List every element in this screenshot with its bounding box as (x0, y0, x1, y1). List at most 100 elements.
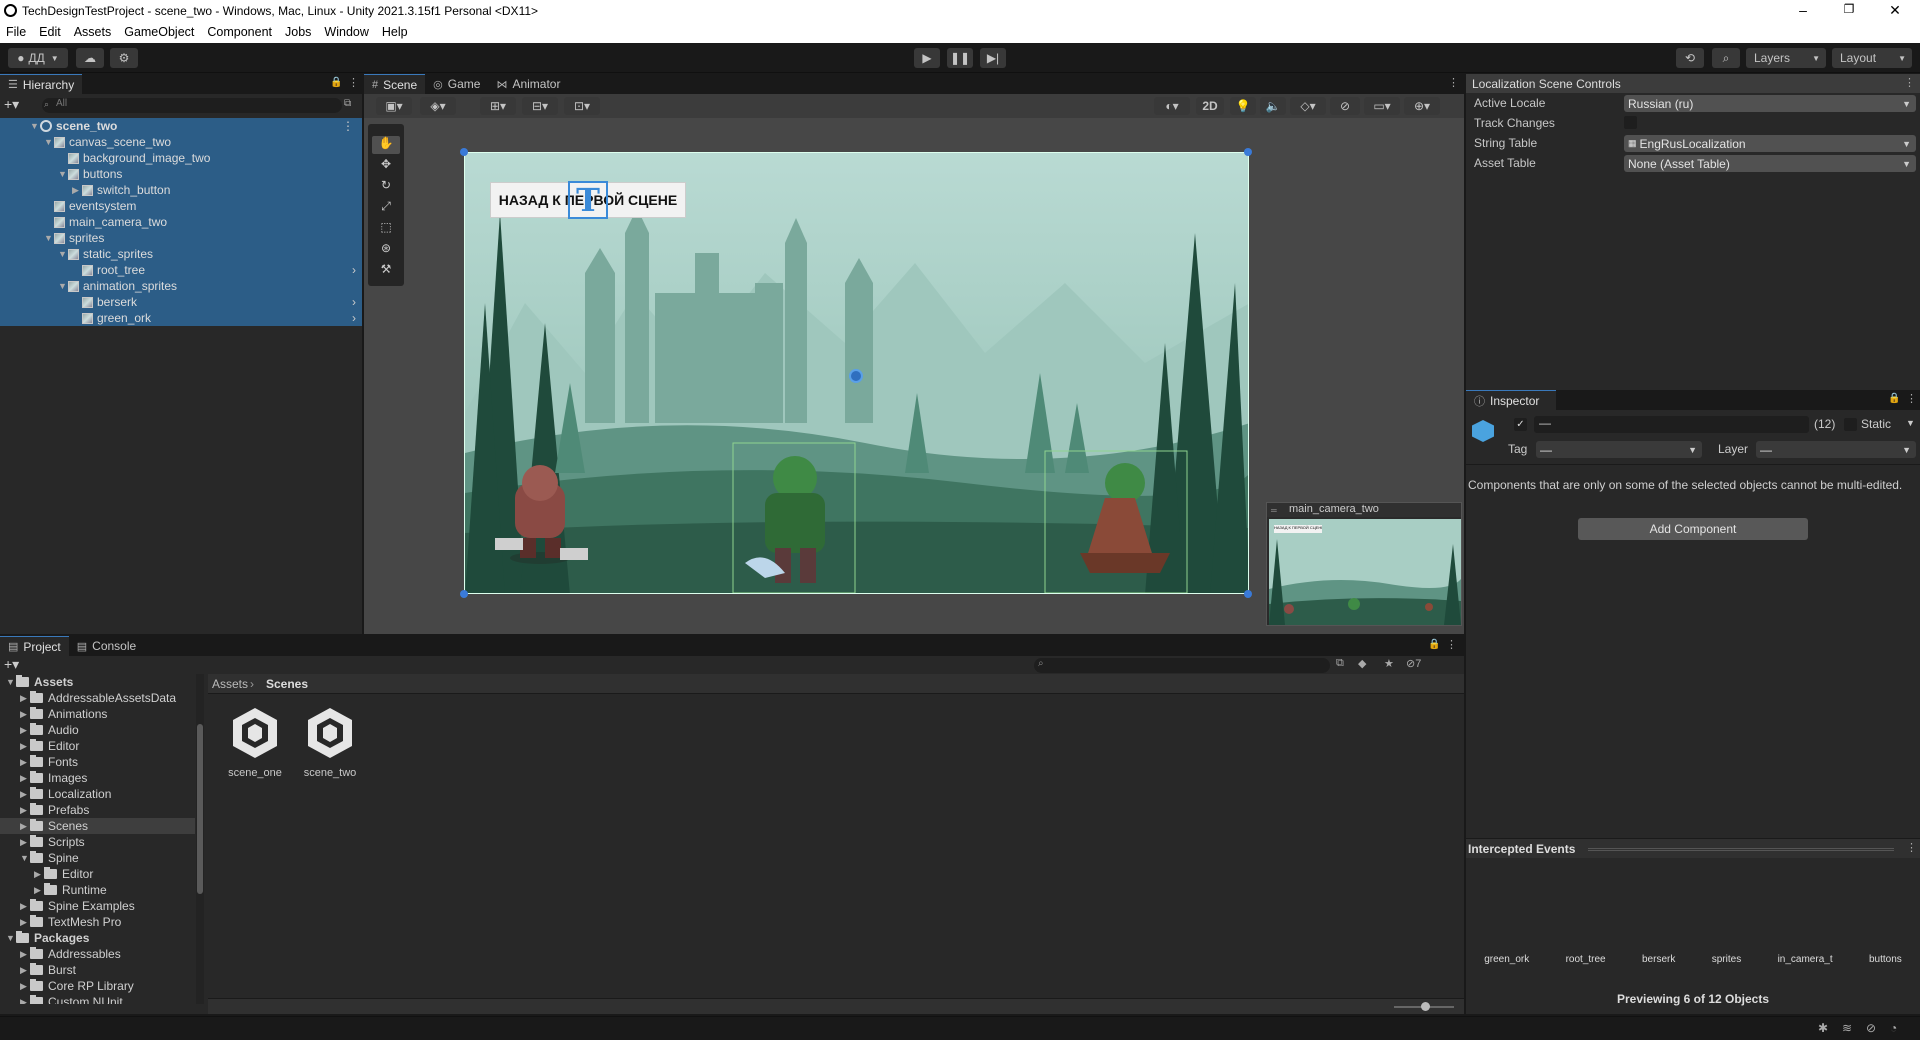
folder-item-editor[interactable]: ▶ Editor (0, 866, 195, 882)
corner-handle[interactable] (460, 590, 468, 598)
menu-window[interactable]: Window (324, 25, 368, 39)
folder-item-animations[interactable]: ▶ Animations (0, 706, 195, 722)
expand-arrow-icon[interactable]: ▼ (58, 281, 68, 291)
asset-table-dropdown[interactable]: None (Asset Table) ▼ (1624, 155, 1916, 172)
static-checkbox[interactable] (1844, 418, 1857, 431)
favorites-icon[interactable]: ★ (1384, 657, 1394, 670)
expand-arrow-icon[interactable]: ▶ (20, 693, 30, 704)
expand-arrow-icon[interactable]: ▶ (20, 709, 30, 720)
preview-item[interactable]: root_tree (1566, 954, 1606, 968)
tab-game[interactable]: ◎ Game (425, 74, 488, 94)
corner-handle[interactable] (1244, 148, 1252, 156)
prefab-open-icon[interactable]: › (352, 311, 356, 325)
string-table-dropdown[interactable]: ▦ EngRusLocalization ▼ (1624, 135, 1916, 152)
layout-dropdown[interactable]: Layout ▼ (1832, 48, 1912, 68)
folder-item-fonts[interactable]: ▶ Fonts (0, 754, 195, 770)
lock-icon[interactable]: 🔒 (1428, 639, 1440, 650)
custom-tool-icon[interactable]: ⚒ (372, 262, 400, 280)
maximize-icon[interactable]: ❐ (1834, 2, 1864, 16)
hierarchy-item-berserk[interactable]: berserk › (0, 294, 362, 310)
more-icon[interactable]: ⋮ (1446, 638, 1457, 651)
track-changes-checkbox[interactable] (1624, 116, 1637, 129)
hierarchy-item-main-camera-two[interactable]: main_camera_two (0, 214, 362, 230)
expand-arrow-icon[interactable]: ▶ (20, 837, 30, 848)
expand-arrow-icon[interactable]: ▶ (34, 869, 44, 880)
scrollbar-thumb[interactable] (197, 724, 203, 894)
expand-arrow-icon[interactable]: ▶ (20, 773, 30, 784)
hierarchy-item-scene-two[interactable]: ▼ scene_two ⋮ (0, 118, 362, 134)
menu-jobs[interactable]: Jobs (285, 25, 311, 39)
menu-file[interactable]: File (6, 25, 26, 39)
folder-item-spine-examples[interactable]: ▶ Spine Examples (0, 898, 195, 914)
menu-component[interactable]: Component (207, 25, 272, 39)
folder-item-packages[interactable]: ▼ Packages (0, 930, 195, 946)
add-icon[interactable]: +▾ (4, 96, 19, 113)
folder-item-assets[interactable]: ▼ Assets (0, 674, 195, 690)
hierarchy-item-buttons[interactable]: ▼ buttons (0, 166, 362, 182)
hierarchy-item-canvas-scene-two[interactable]: ▼ canvas_scene_two (0, 134, 362, 150)
expand-arrow-icon[interactable]: ▶ (20, 965, 30, 976)
expand-arrow-icon[interactable]: ▶ (20, 757, 30, 768)
tab-scene[interactable]: # Scene (364, 74, 426, 94)
search-icon[interactable]: ⌕ (1712, 48, 1740, 68)
cache-icon[interactable]: ≋ (1842, 1021, 1852, 1035)
active-checkbox[interactable]: ✓ (1514, 418, 1527, 431)
expand-arrow-icon[interactable]: ▶ (20, 949, 30, 960)
hierarchy-item-green-ork[interactable]: green_ork › (0, 310, 362, 326)
resize-handle[interactable] (1588, 848, 1894, 851)
expand-arrow-icon[interactable]: ▼ (30, 121, 40, 131)
folder-item-core-rp-library[interactable]: ▶ Core RP Library (0, 978, 195, 994)
tab-animator[interactable]: ⋈ Animator (488, 74, 568, 94)
preview-item[interactable]: sprites (1712, 954, 1741, 968)
scene-visibility-icon[interactable]: ⧉ (344, 98, 351, 109)
hierarchy-item-switch-button[interactable]: ▶ switch_button (0, 182, 362, 198)
folder-item-localization[interactable]: ▶ Localization (0, 786, 195, 802)
expand-arrow-icon[interactable]: ▼ (20, 853, 30, 863)
more-icon[interactable]: ⋮ (1906, 841, 1917, 854)
search-by-type-icon[interactable]: ⧉ (1336, 657, 1344, 670)
expand-arrow-icon[interactable]: ▶ (20, 917, 30, 928)
tab-project[interactable]: ▤ Project (0, 636, 69, 656)
hierarchy-item-background-image-two[interactable]: background_image_two (0, 150, 362, 166)
layer-dropdown[interactable]: — ▼ (1756, 441, 1916, 458)
folder-item-custom-nunit[interactable]: ▶ Custom NUnit (0, 994, 195, 1004)
tab-console[interactable]: ▤ Console (69, 636, 144, 656)
folder-item-scenes[interactable]: ▶ Scenes (0, 818, 195, 834)
debug-icon[interactable]: ✱ (1818, 1021, 1828, 1035)
transform-tool-icon[interactable]: ⊛ (372, 241, 400, 259)
expand-arrow-icon[interactable]: ▼ (6, 933, 16, 943)
asset-scene-two[interactable]: scene_two (294, 706, 366, 779)
tag-dropdown[interactable]: — ▼ (1536, 441, 1702, 458)
menu-gameobject[interactable]: GameObject (124, 25, 194, 39)
gizmos-dropdown[interactable]: ⊕▾ (1404, 97, 1440, 115)
folder-item-burst[interactable]: ▶ Burst (0, 962, 195, 978)
effects-dropdown[interactable]: ◇▾ (1290, 97, 1326, 115)
expand-arrow-icon[interactable]: ▶ (20, 741, 30, 752)
collab-status-icon[interactable]: ⊘ (1866, 1021, 1876, 1035)
static-dropdown-icon[interactable]: ▼ (1906, 418, 1915, 428)
hierarchy-item-root-tree[interactable]: root_tree › (0, 262, 362, 278)
move-tool-icon[interactable]: ✥ (372, 157, 400, 175)
lock-icon[interactable]: 🔒 (1888, 393, 1900, 404)
folder-item-addressableassetsdata[interactable]: ▶ AddressableAssetsData (0, 690, 195, 706)
tree-scrollbar[interactable] (196, 674, 204, 1004)
preview-item[interactable]: buttons (1869, 954, 1902, 968)
scene-canvas[interactable]: НАЗАД К ПЕРВОЙ СЦЕНЕ T (464, 152, 1249, 594)
expand-arrow-icon[interactable]: ▶ (20, 821, 30, 832)
folder-item-prefabs[interactable]: ▶ Prefabs (0, 802, 195, 818)
menu-help[interactable]: Help (382, 25, 408, 39)
expand-arrow-icon[interactable]: ▶ (34, 885, 44, 896)
menu-edit[interactable]: Edit (39, 25, 61, 39)
hierarchy-item-eventsystem[interactable]: eventsystem (0, 198, 362, 214)
expand-arrow-icon[interactable]: ▼ (58, 249, 68, 259)
history-icon[interactable]: ⟲ (1676, 48, 1704, 68)
rect-tool-icon[interactable]: ⬚ (372, 220, 400, 238)
more-icon[interactable]: ⋮ (1904, 76, 1915, 89)
account-dropdown[interactable]: ● ДД ▼ (8, 48, 68, 68)
collab-icon[interactable]: ⚙ (110, 48, 138, 68)
expand-arrow-icon[interactable]: ▼ (6, 677, 16, 687)
hierarchy-search-input[interactable]: All (42, 98, 342, 113)
asset-scene-one[interactable]: scene_one (219, 706, 291, 779)
close-icon[interactable]: ✕ (1880, 2, 1910, 19)
search-by-label-icon[interactable]: ◆ (1358, 657, 1366, 670)
